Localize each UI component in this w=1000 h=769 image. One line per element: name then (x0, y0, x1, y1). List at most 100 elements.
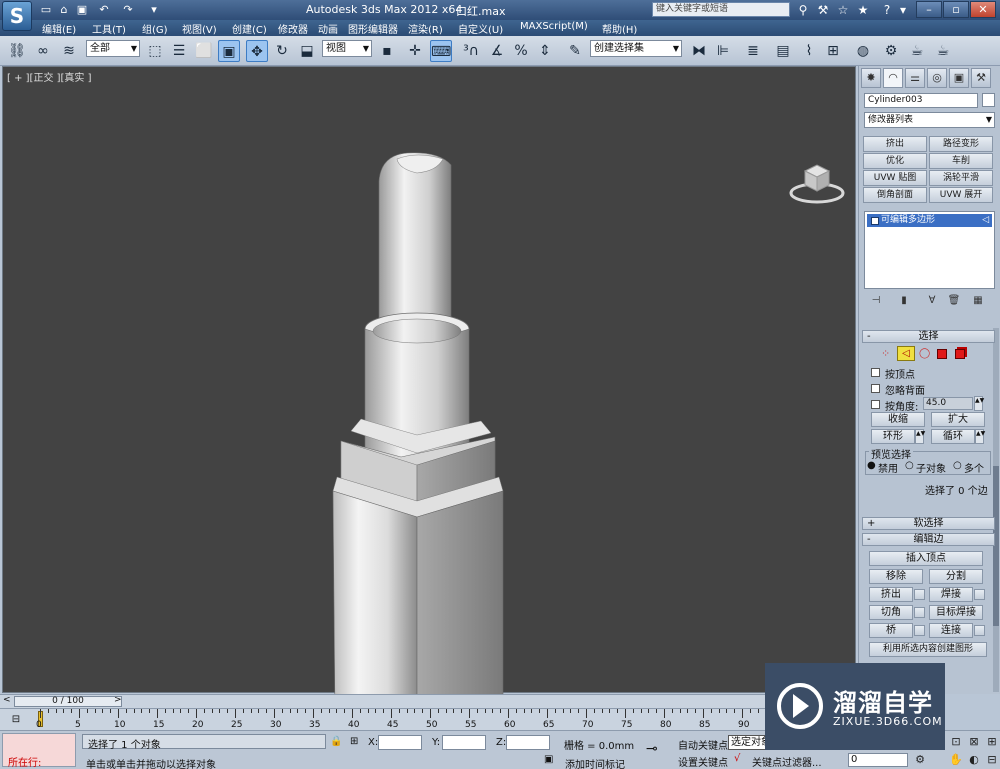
keyboard-shortcut-override-icon[interactable]: ⌨ (430, 40, 452, 62)
viewcube-icon[interactable] (789, 157, 845, 205)
weld-settings-button[interactable] (974, 589, 985, 600)
angle-spinner-icon[interactable]: ▲▼ (974, 396, 984, 411)
create-tab-icon[interactable]: ✸ (861, 68, 881, 88)
menu-rendering[interactable]: 渲染(R) (408, 21, 443, 36)
mini-curve-editor-icon[interactable]: ⊟ (6, 713, 26, 727)
set-key-button[interactable]: 设置关键点 (678, 754, 728, 769)
graphite-ribbon-icon[interactable]: ▤ (772, 40, 794, 62)
unlink-icon[interactable]: ∞ (32, 40, 54, 62)
vertex-mode-icon[interactable]: ⁘ (881, 348, 893, 360)
next-frame-icon[interactable]: > (114, 695, 122, 705)
create-shape-button[interactable]: 利用所选内容创建图形 (869, 642, 987, 657)
ring-button[interactable]: 环形 (871, 429, 915, 444)
border-mode-icon[interactable]: ◯ (919, 348, 931, 360)
weld-button[interactable]: 焊接 (929, 587, 973, 602)
snaps-toggle-icon[interactable]: ³∩ (460, 40, 482, 62)
modifier-optimize-button[interactable]: 优化 (863, 153, 927, 169)
key-filters-button[interactable]: 关键点过滤器... (752, 754, 822, 769)
pan-icon[interactable]: ✋ (948, 752, 964, 768)
make-unique-icon[interactable]: ∀ (923, 294, 941, 308)
light-bulb-icon[interactable]: ◁ (982, 214, 989, 227)
preview-off-radio[interactable]: ● (867, 460, 876, 471)
menu-edit[interactable]: 编辑(E) (42, 21, 76, 36)
loop-button[interactable]: 循环 (931, 429, 975, 444)
select-by-name-icon[interactable]: ☰ (168, 40, 190, 62)
menu-views[interactable]: 视图(V) (182, 21, 217, 36)
x-coordinate-field[interactable] (378, 735, 422, 750)
maxscript-mini-listener[interactable]: 所在行: (2, 733, 76, 769)
absolute-mode-icon[interactable]: ⊞ (350, 736, 358, 747)
align-icon[interactable]: ⊫ (712, 40, 734, 62)
menu-tools[interactable]: 工具(T) (92, 21, 126, 36)
viewport-label[interactable]: [ + ][正交 ][真实 ] (7, 69, 92, 84)
modifier-uvw-map-button[interactable]: UVW 贴图 (863, 170, 927, 186)
prev-frame-icon[interactable]: < (3, 695, 11, 705)
binoculars-icon[interactable]: ⚲ (794, 1, 812, 19)
ref-coord-dropdown[interactable]: 视图 ▼ (322, 40, 372, 57)
edge-mode-icon[interactable]: ◁ (897, 346, 915, 361)
redo-icon[interactable]: ↷ (120, 2, 136, 17)
add-time-tag-button[interactable]: 添加时间标记 (565, 756, 625, 769)
menu-maxscript[interactable]: MAXScript(M) (520, 21, 588, 32)
lipstick-model[interactable] (321, 151, 511, 755)
extrude-button[interactable]: 挤出 (869, 587, 913, 602)
new-file-icon[interactable]: ▭ (38, 2, 54, 17)
angle-value-field[interactable]: 45.0 (923, 397, 973, 410)
link-icon[interactable]: ⛓ (6, 40, 28, 62)
modifier-bevel-profile-button[interactable]: 倒角剖面 (863, 187, 927, 203)
chamfer-settings-button[interactable] (914, 607, 925, 618)
y-coordinate-field[interactable] (442, 735, 486, 750)
element-mode-icon[interactable] (955, 349, 965, 359)
favorites-icon[interactable]: ☆ (834, 1, 852, 19)
render-setup-icon[interactable]: ⚙ (880, 40, 902, 62)
ring-spinner-icon[interactable]: ▲▼ (915, 429, 925, 444)
select-rotate-icon[interactable]: ↻ (271, 40, 293, 62)
menu-graph-editors[interactable]: 图形编辑器 (348, 21, 398, 36)
curve-editor-icon[interactable]: ⌇ (798, 40, 820, 62)
orbit-icon[interactable]: ◐ (966, 752, 982, 768)
help-dropdown-icon[interactable]: ▾ (894, 1, 912, 19)
track-bar[interactable]: ⊟ 0 5 10 15 20 25 30 35 40 45 50 55 60 65 70 75 80 85 90 (0, 708, 858, 730)
star-icon[interactable]: ★ (854, 1, 872, 19)
display-tab-icon[interactable]: ▣ (949, 68, 969, 88)
rendered-frame-window-icon[interactable]: ☕ (906, 40, 928, 62)
schematic-view-icon[interactable]: ⊞ (822, 40, 844, 62)
motion-tab-icon[interactable]: ◎ (927, 68, 947, 88)
maximize-viewport-icon[interactable]: ⊟ (984, 752, 1000, 768)
show-end-result-icon[interactable]: ▮ (895, 294, 913, 308)
select-move-icon[interactable]: ✥ (246, 40, 268, 62)
connect-settings-button[interactable] (974, 625, 985, 636)
window-crossing-icon[interactable]: ▣ (218, 40, 240, 62)
rollout-edit-edges[interactable]: - 编辑边 (862, 533, 995, 546)
loop-spinner-icon[interactable]: ▲▼ (975, 429, 985, 444)
remove-button[interactable]: 移除 (869, 569, 923, 584)
modifier-turbosmooth-button[interactable]: 涡轮平滑 (929, 170, 993, 186)
save-file-icon[interactable]: ▣ (74, 2, 90, 17)
mirror-icon[interactable]: ⧓ (688, 40, 710, 62)
undo-icon[interactable]: ↶ (96, 2, 112, 17)
time-slider[interactable]: 0 / 100 (14, 696, 122, 707)
viewport-perspective[interactable]: [ + ][正交 ][真实 ] (2, 66, 856, 755)
bridge-settings-button[interactable] (914, 625, 925, 636)
utilities-tab-icon[interactable]: ⚒ (971, 68, 991, 88)
frame-ruler[interactable]: 0 5 10 15 20 25 30 35 40 45 50 55 60 65 70 75 80 85 90 (36, 709, 850, 731)
bridge-button[interactable]: 桥 (869, 623, 913, 638)
selection-filter-dropdown[interactable]: 全部 ▼ (86, 40, 140, 57)
chamfer-button[interactable]: 切角 (869, 605, 913, 620)
menu-create[interactable]: 创建(C) (232, 21, 267, 36)
ignore-backfacing-checkbox[interactable] (871, 384, 880, 393)
time-config-icon[interactable]: ⚙ (912, 752, 928, 768)
z-coordinate-field[interactable] (506, 735, 550, 750)
modifier-extrude-button[interactable]: 挤出 (863, 136, 927, 152)
preview-subobject-radio[interactable]: ○ (905, 460, 914, 471)
menu-group[interactable]: 组(G) (142, 21, 168, 36)
modify-tab-icon[interactable]: ◠ (883, 68, 903, 88)
pin-stack-icon[interactable]: ⊣ (867, 294, 885, 308)
rollout-selection[interactable]: - 选择 (862, 330, 995, 343)
modifier-unwrap-uvw-button[interactable]: UVW 展开 (929, 187, 993, 203)
insert-vertex-button[interactable]: 插入顶点 (869, 551, 983, 566)
panel-scroll-thumb[interactable] (993, 466, 999, 626)
object-name-field[interactable]: Cylinder003 (864, 93, 978, 108)
pivot-center-icon[interactable]: ▪ (376, 40, 398, 62)
search-input[interactable]: 键入关键字或短语 (652, 2, 790, 17)
